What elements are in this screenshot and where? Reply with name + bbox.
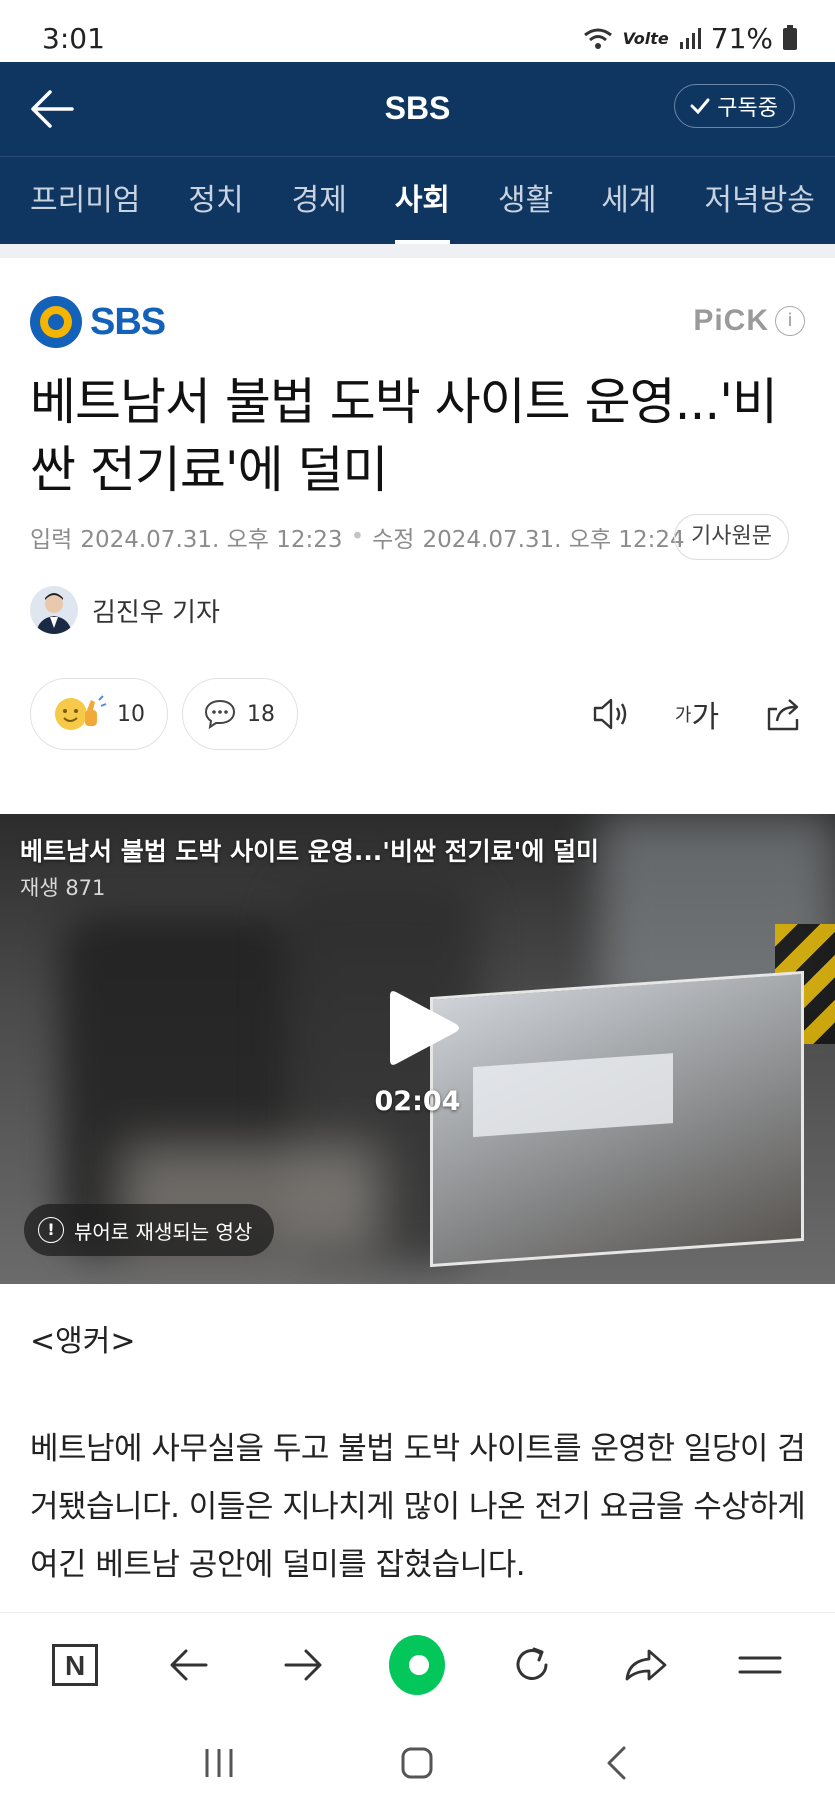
- reaction-count: 10: [117, 701, 145, 727]
- arrow-right-icon: [284, 1649, 322, 1680]
- category-tabs: 프리미엄 정치 경제 사회 생활 세계 저녁방송: [0, 156, 835, 245]
- naver-n-icon: N: [52, 1643, 99, 1686]
- naver-home-button[interactable]: N: [47, 1637, 103, 1693]
- meta-separator: •: [350, 524, 365, 550]
- pick-label: PiCK: [693, 304, 769, 337]
- video-duration: 02:04: [374, 1086, 461, 1117]
- forward-button[interactable]: [275, 1637, 331, 1693]
- speaker-icon: [593, 698, 627, 730]
- tab-economy[interactable]: 경제: [292, 157, 347, 245]
- recent-apps-icon: [205, 1749, 233, 1777]
- system-nav-bar: [0, 1716, 835, 1810]
- tts-button[interactable]: [589, 692, 633, 736]
- comment-icon: [204, 699, 236, 730]
- comment-count: 18: [247, 701, 275, 727]
- battery-percent: 71%: [710, 22, 773, 55]
- input-time: 2024.07.31. 오후 12:23: [80, 527, 343, 553]
- video-views: 재생 871: [20, 876, 106, 900]
- status-time: 3:01: [42, 22, 105, 55]
- wifi-icon: [583, 28, 612, 49]
- recent-apps-button[interactable]: [194, 1738, 244, 1788]
- home-button[interactable]: [392, 1738, 442, 1788]
- modified-label: 수정: [372, 527, 415, 553]
- modified-time: 2024.07.31. 오후 12:24: [422, 527, 685, 553]
- system-back-button[interactable]: [591, 1738, 641, 1788]
- video-inset-frame: [430, 970, 804, 1268]
- arrow-left-icon: [170, 1649, 208, 1680]
- share-page-button[interactable]: [618, 1637, 674, 1693]
- subscribe-button[interactable]: 구독중: [674, 84, 795, 128]
- battery-icon: [783, 24, 797, 50]
- original-article-button[interactable]: 기사원문: [674, 514, 789, 560]
- tab-society[interactable]: 사회: [394, 157, 451, 245]
- reporter-avatar: [30, 586, 78, 634]
- play-icon[interactable]: [386, 986, 462, 1070]
- comment-button[interactable]: 18: [182, 678, 298, 750]
- chevron-left-icon: [607, 1746, 626, 1780]
- tab-premium[interactable]: 프리미엄: [30, 157, 140, 245]
- divider: [0, 244, 835, 258]
- forward-share-icon: [625, 1649, 667, 1680]
- press-name: SBS: [90, 300, 166, 343]
- viewer-notice: ! 뷰어로 재생되는 영상: [24, 1204, 275, 1256]
- article-paragraph: 베트남에 사무실을 두고 불법 도박 사이트를 운영한 일당이 검거됐습니다. …: [30, 1431, 806, 1583]
- menu-button[interactable]: [732, 1637, 788, 1693]
- reporter-name: 김진우 기자: [92, 597, 220, 628]
- refresh-icon: [516, 1647, 548, 1680]
- pick-badge: PiCK i: [693, 304, 805, 338]
- check-icon: [690, 98, 710, 115]
- video-player[interactable]: 베트남서 불법 도박 사이트 운영...'비싼 전기료'에 덜미 재생 871 …: [0, 814, 835, 1284]
- volte-label: Volte: [622, 29, 669, 48]
- browser-toolbar: N: [0, 1612, 835, 1716]
- emoji-reaction-icon: [55, 695, 107, 730]
- sbs-logo-icon: [30, 296, 82, 348]
- subscribe-label: 구독중: [717, 96, 778, 121]
- info-icon[interactable]: i: [775, 306, 805, 336]
- app-header: SBS 구독중: [0, 62, 835, 156]
- green-dot-button[interactable]: [389, 1634, 446, 1695]
- font-size-button[interactable]: 가가: [675, 692, 719, 736]
- hamburger-icon: [738, 1656, 782, 1673]
- alert-icon: !: [38, 1217, 64, 1243]
- input-label: 입력: [30, 527, 73, 553]
- tab-evening-news[interactable]: 저녁방송: [704, 157, 814, 245]
- font-small-glyph: 가: [674, 705, 692, 726]
- viewer-notice-text: 뷰어로 재생되는 영상: [74, 1219, 253, 1244]
- reaction-button[interactable]: 10: [30, 678, 168, 750]
- green-dot-icon: [389, 1634, 446, 1695]
- tab-world[interactable]: 세계: [601, 157, 656, 245]
- article-tools: 가가: [589, 692, 805, 736]
- refresh-button[interactable]: [504, 1637, 560, 1693]
- video-title: 베트남서 불법 도박 사이트 운영...'비싼 전기료'에 덜미: [20, 837, 600, 866]
- press-logo[interactable]: SBS: [30, 296, 166, 348]
- status-icons: Volte 71%: [583, 22, 797, 55]
- anchor-label: <앵커>: [30, 1324, 136, 1359]
- reaction-bar: 10 18: [30, 678, 298, 750]
- back-button[interactable]: [161, 1637, 217, 1693]
- tab-politics[interactable]: 정치: [188, 157, 243, 245]
- home-square-icon: [401, 1747, 433, 1779]
- share-button[interactable]: [761, 692, 805, 736]
- reporter[interactable]: 김진우 기자: [30, 586, 220, 634]
- article-meta: 입력 2024.07.31. 오후 12:23 • 수정 2024.07.31.…: [30, 520, 685, 554]
- status-bar: 3:01 Volte 71%: [0, 0, 835, 62]
- signal-icon: [679, 27, 701, 49]
- font-large-glyph: 가: [691, 700, 720, 735]
- article-headline: 베트남서 불법 도박 사이트 운영...'비싼 전기료'에 덜미: [30, 373, 778, 499]
- share-icon: [767, 699, 799, 731]
- tab-life[interactable]: 생활: [498, 157, 553, 245]
